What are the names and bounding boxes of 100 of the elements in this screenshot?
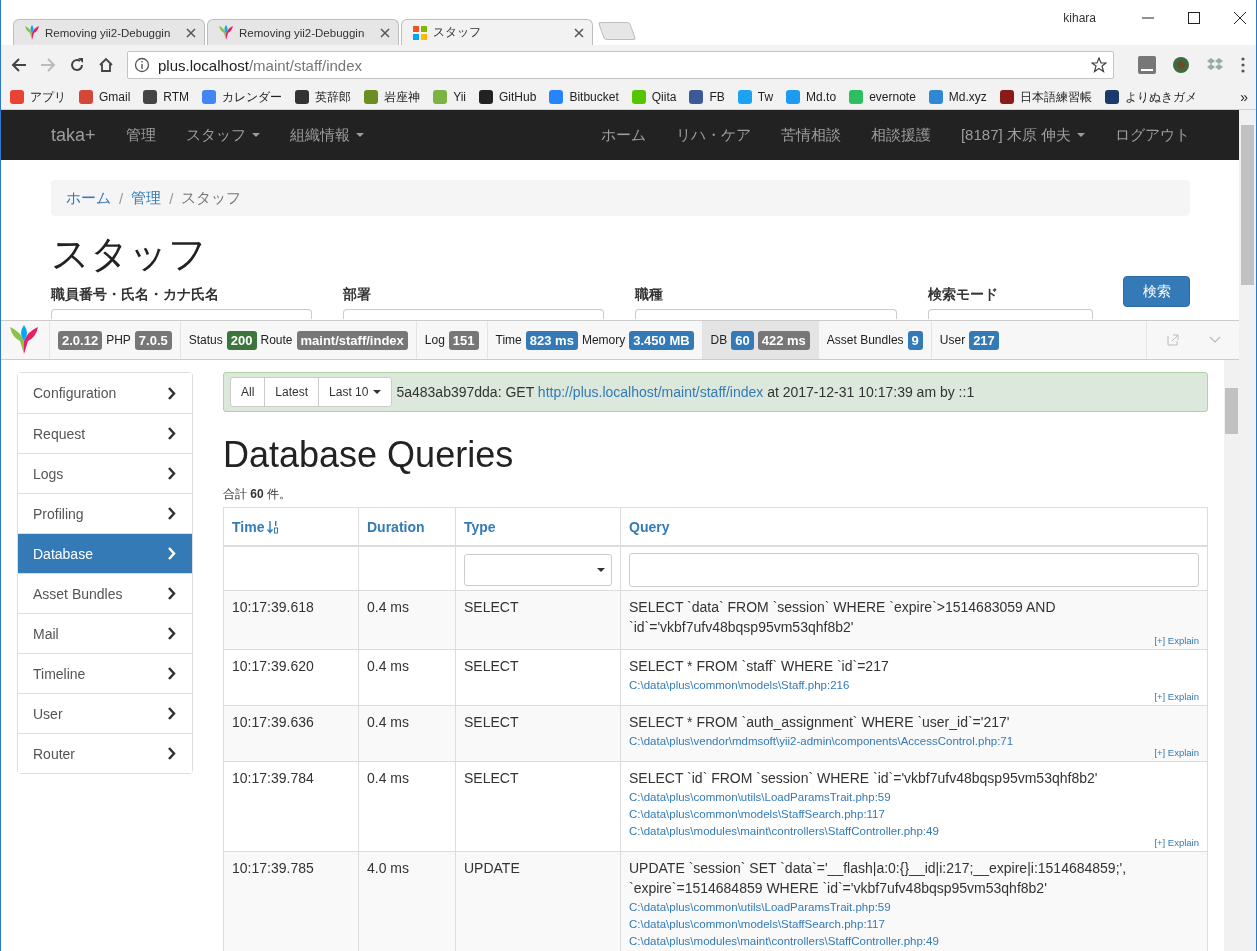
trace-link[interactable]: C:\data\plus\vendor\mdmsoft\yii2-admin\components\AccessControl.php:71 bbox=[629, 735, 1014, 748]
trace-link[interactable]: C:\data\plus\common\models\StaffSearch.php:117 bbox=[629, 808, 885, 821]
bookmark[interactable]: Qiita bbox=[630, 89, 677, 105]
trace-link[interactable]: C:\data\plus\common\utils\LoadParamsTrait.php:59 bbox=[629, 791, 891, 804]
query-text: SELECT `data` FROM `session` WHERE `expire`>1514683059 AND `id`='vkbf7ufv48bqsp95vm53qhf8b2' bbox=[629, 598, 1057, 638]
back-arrow-icon[interactable] bbox=[11, 57, 27, 73]
forward-arrow-icon[interactable] bbox=[40, 57, 56, 73]
filter-button[interactable]: Last 10 bbox=[318, 377, 393, 407]
extension-icon[interactable] bbox=[1172, 56, 1190, 74]
bookmark[interactable]: GitHub bbox=[478, 89, 537, 105]
bookmark[interactable]: Md.xyz bbox=[927, 89, 987, 105]
bookmark[interactable]: Bitbucket bbox=[548, 89, 619, 105]
profile-name[interactable]: kihara bbox=[1063, 11, 1096, 25]
bookmark[interactable]: 日本語練習帳 bbox=[998, 88, 1092, 106]
trace-link[interactable]: C:\data\plus\common\models\Staff.php:216 bbox=[629, 679, 850, 692]
leaf-logo-icon[interactable] bbox=[9, 325, 39, 355]
maximize-icon[interactable] bbox=[1188, 12, 1200, 24]
input-field[interactable] bbox=[635, 309, 897, 319]
query-filter-field[interactable] bbox=[629, 553, 1199, 588]
toolbar-panel[interactable]: Time 823 ms Memory 3.450 MB bbox=[486, 321, 702, 359]
input-field[interactable] bbox=[51, 309, 313, 319]
bookmark[interactable]: 英辞郎 bbox=[294, 88, 352, 106]
breadcrumb-link[interactable]: 管理 bbox=[131, 188, 162, 208]
column-header[interactable]: Query bbox=[620, 507, 1208, 547]
trace-link[interactable]: C:\data\plus\modules\maint\controllers\StaffController.php:49 bbox=[629, 935, 939, 948]
new-tab-button[interactable] bbox=[597, 22, 637, 40]
explain-link[interactable]: [+] Explain bbox=[1154, 837, 1199, 849]
nav-link[interactable]: [8187] 木原 伸夫 bbox=[945, 125, 1100, 145]
close-icon[interactable] bbox=[1234, 12, 1246, 24]
nav-link[interactable]: 相談援護 bbox=[855, 125, 946, 145]
bookmark[interactable]: カレンダー bbox=[201, 88, 283, 106]
column-header[interactable]: Time bbox=[223, 507, 359, 547]
nav-link[interactable]: 管理 bbox=[110, 125, 171, 145]
sidebar-item[interactable]: Router bbox=[18, 733, 192, 773]
bookmark[interactable]: Tw bbox=[736, 89, 774, 105]
toolbar-panel[interactable]: User 217 bbox=[930, 321, 1007, 359]
table-cell: 0.4 ms bbox=[358, 761, 456, 852]
star-icon[interactable] bbox=[1091, 57, 1107, 73]
table-cell: SELECT bbox=[455, 649, 621, 706]
breadcrumb-link[interactable]: ホーム bbox=[66, 188, 111, 208]
chevron-down-icon[interactable] bbox=[1209, 336, 1221, 344]
explain-link[interactable]: [+] Explain bbox=[1154, 747, 1199, 759]
bookmark[interactable]: Gmail bbox=[78, 89, 131, 105]
column-header[interactable]: Duration bbox=[358, 507, 456, 547]
bookmark[interactable]: Md.to bbox=[785, 89, 837, 105]
search-button[interactable]: 検索 bbox=[1123, 276, 1190, 307]
scrollbar[interactable] bbox=[1224, 360, 1239, 951]
bookmark[interactable]: evernote bbox=[848, 89, 916, 105]
nav-link[interactable]: 苦情相談 bbox=[765, 125, 856, 145]
sidebar-item[interactable]: Database bbox=[18, 533, 192, 573]
trace-link[interactable]: C:\data\plus\common\models\StaffSearch.php:117 bbox=[629, 918, 885, 931]
close-icon[interactable] bbox=[380, 27, 390, 38]
table-cell: SELECT bbox=[455, 761, 621, 852]
chevron-right-icon bbox=[167, 386, 176, 400]
filter-button[interactable]: All bbox=[230, 377, 266, 407]
nav-link[interactable]: 組織情報 bbox=[274, 125, 379, 145]
table-cell: 10:17:39.618 bbox=[223, 590, 359, 650]
close-icon[interactable] bbox=[574, 27, 584, 38]
more-bookmarks-button[interactable]: » bbox=[1240, 89, 1248, 105]
menu-icon[interactable] bbox=[1240, 56, 1246, 74]
input-field[interactable] bbox=[343, 309, 605, 319]
toolbar-panel[interactable]: Log 151 bbox=[415, 321, 487, 359]
browser-tab[interactable]: スタッフ bbox=[401, 19, 593, 45]
explain-link[interactable]: [+] Explain bbox=[1154, 691, 1199, 703]
external-link-icon[interactable] bbox=[1167, 334, 1179, 346]
toolbar-panel[interactable]: DB 60 422 ms bbox=[701, 321, 818, 359]
home-icon[interactable] bbox=[98, 57, 114, 73]
toolbar-panel[interactable]: 2.0.12 PHP 7.0.5 bbox=[49, 321, 180, 359]
toolbar-panel[interactable]: Status 200 Route maint/staff/index bbox=[179, 321, 416, 359]
browser-tab[interactable]: Removing yii2-Debuggin bbox=[13, 19, 205, 45]
address-bar[interactable]: plus.localhost/maint/staff/index bbox=[127, 51, 1114, 79]
scrollbar-thumb[interactable] bbox=[1241, 125, 1254, 285]
field-label: 職種 bbox=[635, 286, 665, 304]
bookmark[interactable]: RTM bbox=[142, 89, 190, 105]
trace-link[interactable]: C:\data\plus\common\utils\LoadParamsTrait.php:59 bbox=[629, 901, 891, 914]
nav-link[interactable]: ログアウト bbox=[1100, 125, 1205, 145]
bookmark[interactable]: アプリ bbox=[9, 88, 66, 106]
type-select[interactable] bbox=[464, 554, 612, 587]
nav-link[interactable]: ホーム bbox=[585, 125, 661, 145]
close-icon[interactable] bbox=[186, 27, 196, 38]
filter-button[interactable]: Latest bbox=[264, 377, 320, 407]
nav-link[interactable]: リハ・ケア bbox=[660, 125, 766, 145]
extension-icon[interactable] bbox=[1138, 56, 1156, 74]
value-badge: 2.0.12 bbox=[58, 330, 103, 350]
bookmark[interactable]: 岩座神 bbox=[363, 88, 421, 106]
scrollbar-thumb[interactable] bbox=[1225, 388, 1238, 434]
nav-link[interactable]: スタッフ bbox=[170, 125, 275, 145]
trace-link[interactable]: C:\data\plus\modules\maint\controllers\StaffController.php:49 bbox=[629, 825, 939, 838]
reload-icon[interactable] bbox=[69, 57, 85, 73]
input-field[interactable] bbox=[927, 309, 1093, 319]
request-url-link[interactable]: http://plus.localhost/maint/staff/index bbox=[537, 384, 764, 400]
bookmark[interactable]: Yii bbox=[432, 89, 466, 105]
column-header[interactable]: Type bbox=[455, 507, 621, 547]
bookmark[interactable]: FB bbox=[688, 89, 725, 105]
browser-tab[interactable]: Removing yii2-Debuggin bbox=[207, 19, 399, 45]
bookmark[interactable]: よりぬきガメ bbox=[1103, 88, 1197, 106]
brand-link[interactable]: taka+ bbox=[36, 124, 111, 146]
scrollbar[interactable] bbox=[1239, 110, 1256, 951]
explain-link[interactable]: [+] Explain bbox=[1154, 635, 1199, 647]
toolbar-panel[interactable]: Asset Bundles 9 bbox=[817, 321, 931, 359]
